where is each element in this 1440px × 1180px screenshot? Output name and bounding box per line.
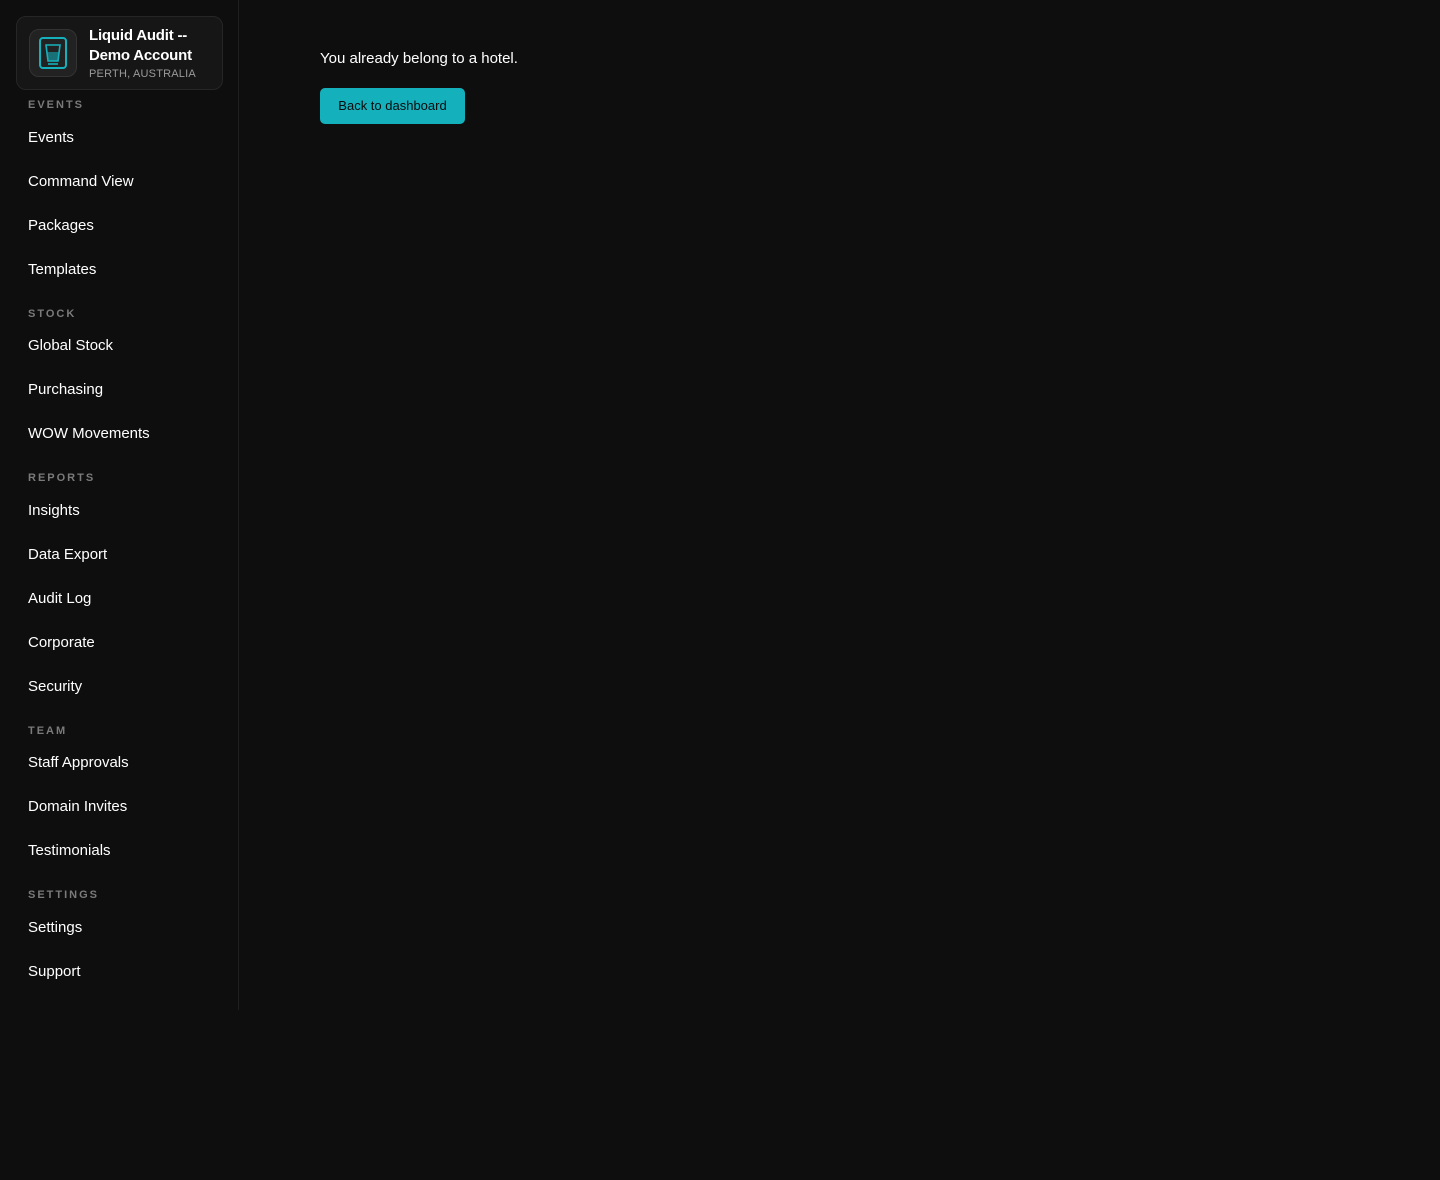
glass-icon xyxy=(29,29,77,77)
already-member-message: You already belong to a hotel. xyxy=(320,50,518,67)
sidebar-item-domain-invites[interactable]: Domain Invites xyxy=(28,797,218,817)
account-name: Liquid Audit -- Demo Account xyxy=(89,27,192,64)
sidebar-item-data-export[interactable]: Data Export xyxy=(28,545,218,565)
sidebar-item-security[interactable]: Security xyxy=(28,677,218,697)
sidebar-item-support[interactable]: Support xyxy=(28,962,218,982)
nav-section-team: TEAM xyxy=(28,725,68,737)
sidebar-item-audit-log[interactable]: Audit Log xyxy=(28,589,218,609)
app-root: Liquid Audit -- Demo Account PERTH, AUST… xyxy=(0,0,1440,1180)
sidebar-item-corporate[interactable]: Corporate xyxy=(28,633,218,653)
nav-section-reports: REPORTS xyxy=(28,472,96,484)
nav-section-stock: STOCK xyxy=(28,308,77,320)
account-location: PERTH, AUSTRALIA xyxy=(89,68,196,80)
sidebar-item-settings[interactable]: Settings xyxy=(28,918,218,938)
sidebar-item-purchasing[interactable]: Purchasing xyxy=(28,380,218,400)
account-switcher[interactable]: Liquid Audit -- Demo Account PERTH, AUST… xyxy=(16,16,223,90)
back-to-dashboard-button[interactable]: Back to dashboard xyxy=(320,88,465,124)
main-content: You already belong to a hotel. Back to d… xyxy=(240,0,1440,1180)
sidebar-item-global-stock[interactable]: Global Stock xyxy=(28,336,218,356)
sidebar-item-events[interactable]: Events xyxy=(28,128,218,148)
sidebar-item-packages[interactable]: Packages xyxy=(28,216,218,236)
sidebar: Liquid Audit -- Demo Account PERTH, AUST… xyxy=(0,0,239,1010)
sidebar-item-staff-approvals[interactable]: Staff Approvals xyxy=(28,753,218,773)
sidebar-item-insights[interactable]: Insights xyxy=(28,501,218,521)
sidebar-item-testimonials[interactable]: Testimonials xyxy=(28,841,218,861)
sidebar-item-command-view[interactable]: Command View xyxy=(28,172,218,192)
sidebar-item-wow-movements[interactable]: WOW Movements xyxy=(28,424,218,444)
sidebar-item-templates[interactable]: Templates xyxy=(28,260,218,280)
nav-section-events: EVENTS xyxy=(28,99,85,111)
nav-section-settings: SETTINGS xyxy=(28,889,100,901)
